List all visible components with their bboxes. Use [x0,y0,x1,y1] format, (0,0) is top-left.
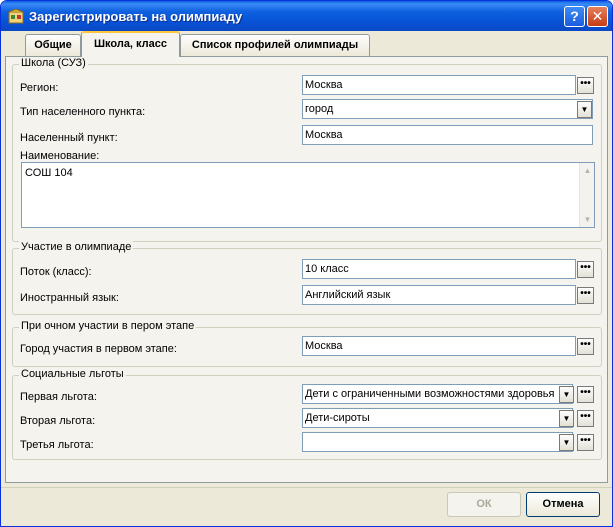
benefits-group: Социальные льготы Первая льгота: Дети с … [12,368,602,460]
stream-label: Поток (класс): [20,266,92,278]
chevron-down-icon[interactable]: ▼ [559,386,574,403]
city-browse-button[interactable]: ••• [577,338,594,355]
scroll-up-icon[interactable]: ▲ [581,164,594,177]
first-stage-city-field[interactable]: Москва [302,336,576,356]
help-button[interactable]: ? [564,6,585,27]
tab-general[interactable]: Общие [25,34,81,56]
first-benefit-label: Первая льгота: [20,391,97,403]
tab-profile-list[interactable]: Список профилей олимпиады [180,34,370,56]
app-icon [8,9,24,24]
stream-field[interactable]: 10 класс [302,259,576,279]
close-button[interactable]: ✕ [587,6,608,27]
benefits-legend: Социальные льготы [19,368,126,380]
language-browse-button[interactable]: ••• [577,287,594,304]
school-group: Школа (СУЗ) Регион: Москва ••• Тип насел… [12,57,602,242]
language-label: Иностранный язык: [20,292,119,304]
window-title: Зарегистрировать на олимпиаду [29,9,243,24]
title-bar[interactable]: Зарегистрировать на олимпиаду ? ✕ [1,1,612,31]
third-benefit-select[interactable] [302,432,573,452]
school-name-label: Наименование: [20,150,100,162]
school-name-value: СОШ 104 [25,167,73,179]
third-benefit-label: Третья льгота: [20,439,94,451]
settlement-field[interactable]: Москва [302,125,593,145]
first-benefit-select[interactable]: Дети с ограниченными возможностями здоро… [302,384,573,404]
second-benefit-browse-button[interactable]: ••• [577,410,594,427]
settlement-type-label: Тип населенного пункта: [20,106,146,118]
cancel-button[interactable]: Отмена [526,492,600,517]
third-benefit-browse-button[interactable]: ••• [577,434,594,451]
scroll-down-icon[interactable]: ▼ [581,213,594,226]
tab-panel: Школа (СУЗ) Регион: Москва ••• Тип насел… [5,56,608,483]
participation-group: Участие в олимпиаде Поток (класс): 10 кл… [12,241,602,315]
school-name-textarea[interactable]: СОШ 104 ▲ ▼ [21,162,595,228]
first-stage-group: При очном участии в пером этапе Город уч… [12,320,602,367]
register-dialog: Зарегистрировать на олимпиаду ? ✕ Общие … [0,0,613,527]
participation-legend: Участие в олимпиаде [19,241,134,253]
settlement-label: Населенный пункт: [20,132,118,144]
chevron-down-icon[interactable]: ▼ [559,434,574,451]
region-label: Регион: [20,82,59,94]
textarea-scrollbar[interactable]: ▲ ▼ [579,163,594,227]
ok-button[interactable]: ОК [447,492,521,517]
stream-browse-button[interactable]: ••• [577,261,594,278]
footer-divider [1,487,612,488]
second-benefit-select[interactable]: Дети-сироты [302,408,573,428]
chevron-down-icon[interactable]: ▼ [577,101,592,118]
region-field[interactable]: Москва [302,75,576,95]
settlement-type-select[interactable]: город [302,99,593,119]
language-field[interactable]: Английский язык [302,285,576,305]
second-benefit-label: Вторая льгота: [20,415,96,427]
school-legend: Школа (СУЗ) [19,57,88,69]
first-benefit-browse-button[interactable]: ••• [577,386,594,403]
tab-strip: Общие Школа, класс Список профилей олимп… [1,31,612,57]
first-stage-city-label: Город участия в первом этапе: [20,343,177,355]
region-browse-button[interactable]: ••• [577,77,594,94]
chevron-down-icon[interactable]: ▼ [559,410,574,427]
first-stage-legend: При очном участии в пером этапе [19,320,197,332]
tab-school-class[interactable]: Школа, класс [81,31,180,57]
